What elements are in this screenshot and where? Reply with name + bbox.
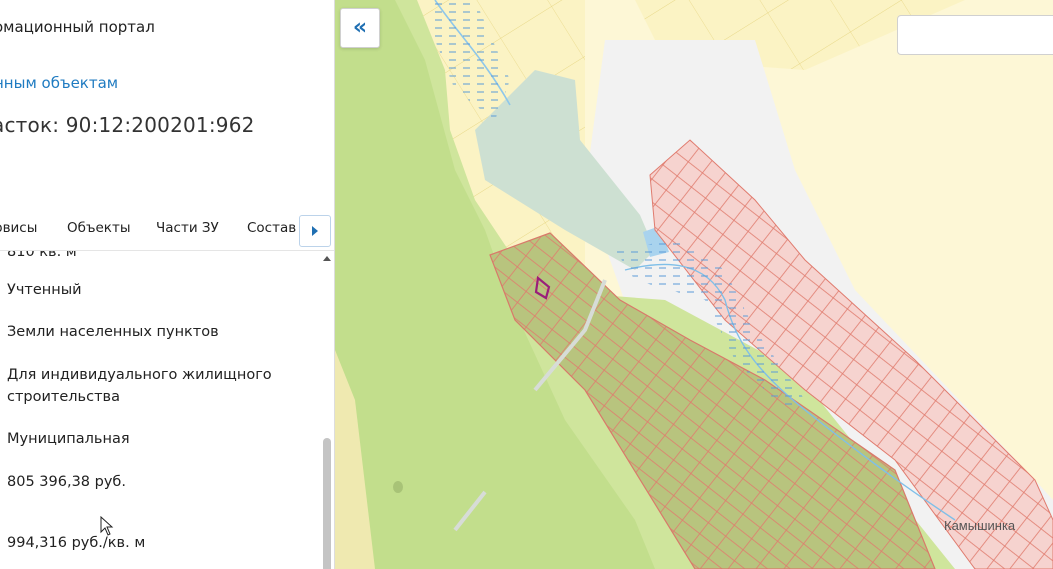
tab-services[interactable]: рвисы — [0, 220, 37, 236]
detail-land-category: Земли населенных пунктов — [7, 324, 219, 340]
mouse-cursor-icon — [100, 516, 114, 536]
detail-permitted-use-line2: строительства — [7, 389, 120, 405]
info-panel: омационный портал нным объектам асток: 9… — [0, 0, 335, 569]
portal-section-link[interactable]: нным объектам — [0, 74, 118, 92]
tab-parcel-parts[interactable]: Части ЗУ — [156, 220, 219, 236]
place-label-kamyshinka: Камышинка — [944, 518, 1016, 533]
parcel-title: асток: 90:12:200201:962 — [0, 113, 255, 137]
detail-ownership: Муниципальная — [7, 431, 130, 447]
tab-scroll-right-button[interactable] — [299, 215, 331, 247]
forest-spot — [393, 481, 403, 493]
detail-area: 810 кв. м — [7, 251, 77, 260]
detail-permitted-use-line1: Для индивидуального жилищного — [7, 367, 272, 383]
portal-title: омационный портал — [0, 18, 155, 36]
tab-objects[interactable]: Объекты — [67, 220, 130, 236]
tab-composition[interactable]: Состав — [247, 220, 296, 236]
scrollbar-thumb[interactable] — [323, 438, 331, 569]
map-search-input[interactable] — [897, 15, 1053, 55]
cadastral-map[interactable]: Камышинка — [335, 0, 1053, 569]
parcel-details-list: 810 кв. м Учтенный Земли населенных пунк… — [0, 251, 320, 569]
double-chevron-left-icon: « — [352, 15, 368, 40]
detail-cadastral-value: 805 396,38 руб. — [7, 474, 126, 490]
collapse-panel-button[interactable]: « — [340, 8, 380, 48]
detail-unit-value: 994,316 руб./кв. м — [7, 535, 146, 551]
map-canvas[interactable] — [335, 0, 1053, 569]
scroll-up-arrow-icon[interactable] — [322, 254, 332, 264]
tab-bar: рвисы Объекты Части ЗУ Состав — [0, 210, 334, 251]
caret-right-icon — [312, 226, 318, 236]
detail-status: Учтенный — [7, 282, 82, 298]
